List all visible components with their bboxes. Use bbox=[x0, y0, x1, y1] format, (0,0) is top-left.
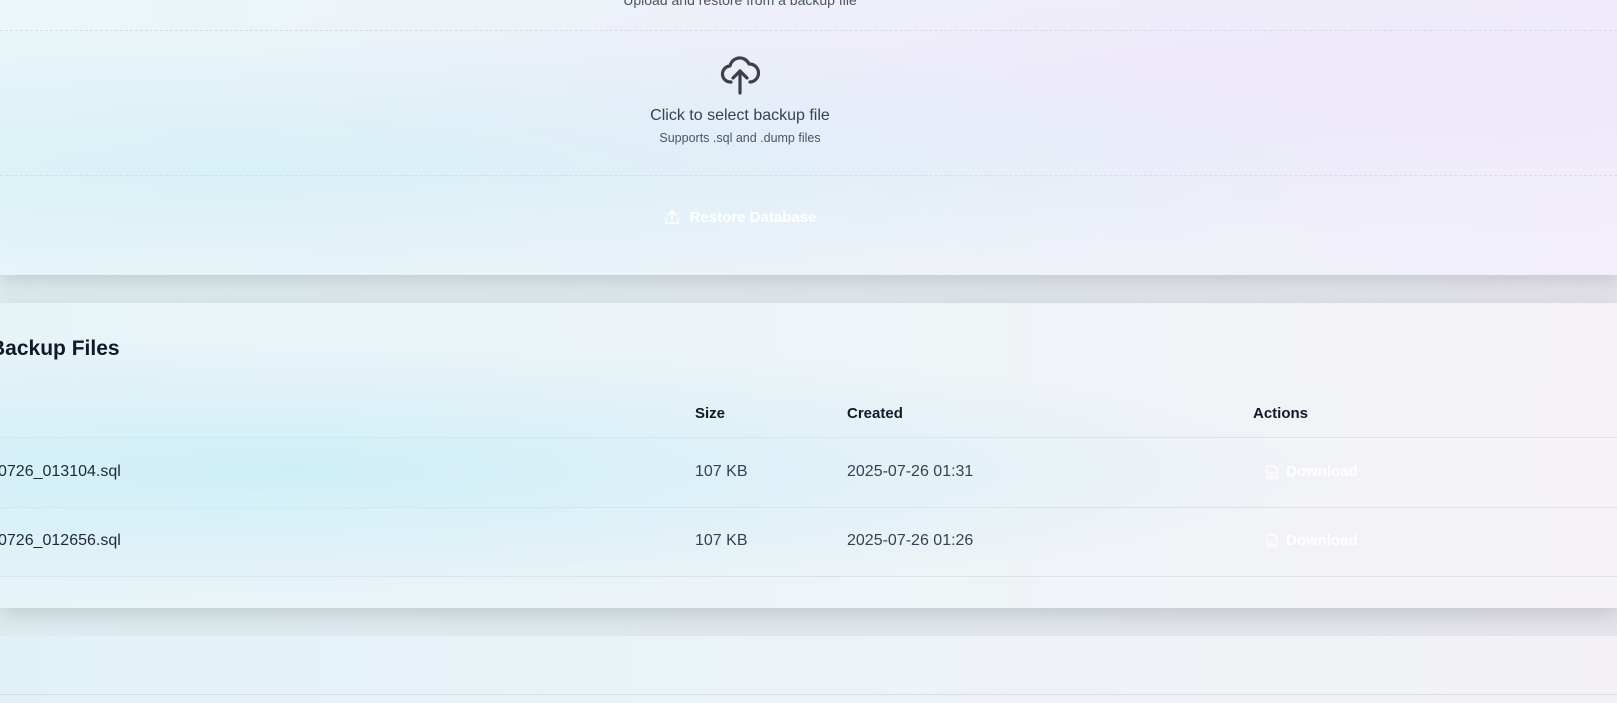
row-created: 2025-07-26 01:31 bbox=[847, 463, 974, 480]
bottom-divider bbox=[0, 694, 1617, 695]
column-header-actions: Actions bbox=[1253, 405, 1309, 422]
restore-database-button[interactable]: Restore Database bbox=[640, 202, 840, 232]
row-divider bbox=[0, 576, 1617, 577]
restore-database-label: Restore Database bbox=[689, 208, 817, 226]
cloud-upload-icon bbox=[720, 56, 760, 95]
upload-icon bbox=[664, 210, 679, 224]
row-created: 2025-07-26 01:26 bbox=[847, 532, 974, 549]
restore-card: Upload and restore from a backup file Cl… bbox=[0, 0, 1617, 275]
download-label: Download bbox=[1286, 463, 1358, 480]
dropzone-title: Click to select backup file bbox=[650, 107, 830, 124]
backup-files-card bbox=[0, 303, 1617, 608]
download-button[interactable]: Download bbox=[1266, 532, 1358, 549]
column-header-created: Created bbox=[847, 405, 903, 422]
restore-subtitle: Upload and restore from a backup file bbox=[623, 0, 857, 8]
download-button[interactable]: Download bbox=[1266, 463, 1358, 480]
row-size: 107 KB bbox=[695, 532, 748, 549]
download-label: Download bbox=[1286, 532, 1358, 549]
dropzone-hint: Supports .sql and .dump files bbox=[659, 131, 821, 145]
row-filename: 0726_013104.sql bbox=[0, 463, 121, 480]
file-icon bbox=[1266, 533, 1278, 548]
next-card bbox=[0, 636, 1617, 703]
row-filename: 0726_012656.sql bbox=[0, 532, 121, 549]
backup-dropzone[interactable]: Click to select backup file Supports .sq… bbox=[0, 30, 1617, 176]
row-size: 107 KB bbox=[695, 463, 748, 480]
backup-files-title: Backup Files bbox=[0, 337, 120, 360]
file-icon bbox=[1266, 464, 1278, 479]
header-divider bbox=[0, 437, 1617, 438]
row-divider bbox=[0, 507, 1617, 508]
column-header-size: Size bbox=[695, 405, 726, 422]
